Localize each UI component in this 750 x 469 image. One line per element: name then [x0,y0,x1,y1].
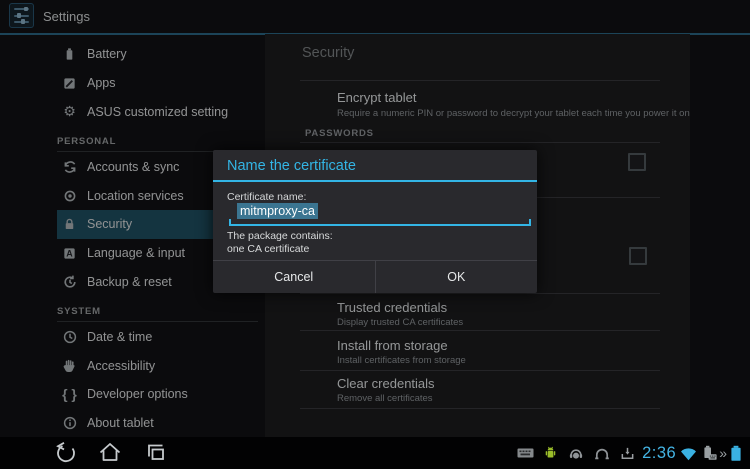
system-bar: 2:36 » [0,437,750,469]
package-contents-value: one CA certificate [227,243,309,255]
back-button[interactable] [52,440,78,466]
dialog-title: Name the certificate [227,150,356,181]
certificate-name-label: Certificate name: [227,191,306,203]
usb-debugging-android-icon [543,445,558,461]
package-contains-label: The package contains: [227,230,333,242]
dialog-title-divider [213,180,537,182]
keyboard-icon [517,447,534,459]
status-cluster[interactable]: 2:36 » [517,437,743,469]
certificate-name-dialog: Name the certificate Certificate name: m… [213,150,537,293]
dock-keyboard-battery-icon [700,445,717,461]
clock-time[interactable]: 2:36 [642,444,676,463]
headphones-icon [594,446,610,461]
battery-icon [729,445,743,462]
recents-button[interactable] [143,440,169,466]
ok-button[interactable]: OK [376,261,538,293]
android-settings-screen: Settings Battery Apps ⚙ ASUS customized … [0,0,750,469]
home-button[interactable] [97,440,123,466]
input-selected-text: mitmproxy-ca [237,203,318,219]
headset-icon [568,446,584,461]
install-notification-icon [620,446,635,461]
wifi-icon [680,446,697,461]
cancel-button[interactable]: Cancel [213,261,376,293]
dialog-button-bar: Cancel OK [213,260,537,293]
input-underline [229,219,531,226]
certificate-name-input[interactable]: mitmproxy-ca [237,204,318,218]
chevron-right-icon: » [719,445,727,461]
